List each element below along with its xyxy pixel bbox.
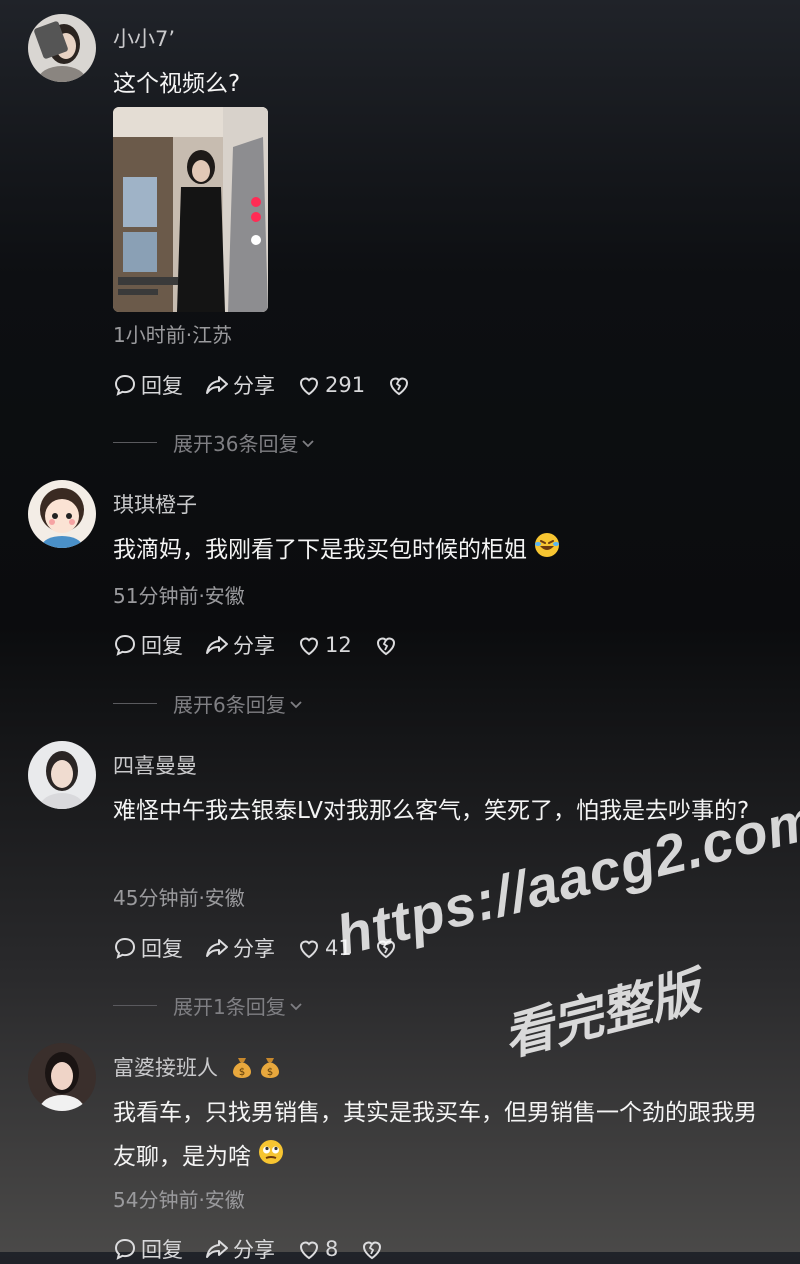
share-button[interactable]: 分享 [205,1234,275,1264]
like-button[interactable]: 12 [297,633,352,657]
avatar[interactable] [28,480,96,548]
comment-text-body: 我滴妈，我刚看了下是我买包时候的柜姐 [113,537,527,563]
expand-replies-label: 展开6条回复 [173,693,286,717]
comment-actions: 回复 分享 12 [113,630,424,660]
comment-actions: 回复 分享 8 [113,1234,410,1264]
chevron-down-icon [290,700,302,708]
eye-roll-emoji [258,1136,284,1180]
share-button[interactable]: 分享 [205,933,275,963]
reply-button[interactable]: 回复 [113,630,183,660]
heart-icon [299,1241,319,1260]
share-button[interactable]: 分享 [205,630,275,660]
reply-icon [114,374,136,396]
share-icon [206,376,228,394]
dislike-button[interactable] [374,633,402,657]
dislike-button[interactable] [387,373,415,397]
divider-line [113,703,157,704]
username[interactable]: 琪琪橙子 [113,489,197,519]
share-label: 分享 [233,1238,275,1262]
comment-text: 我滴妈，我刚看了下是我买包时候的柜姐 [113,528,778,573]
expand-replies-button[interactable]: 展开1条回复 [113,991,304,1020]
like-button[interactable]: 8 [297,1237,338,1261]
expand-replies-button[interactable]: 展开6条回复 [113,689,304,718]
heart-icon [299,377,319,396]
share-icon [206,939,228,957]
expand-replies-label: 展开36条回复 [173,432,299,456]
heart-icon [299,940,319,959]
like-count: 291 [325,373,366,397]
reply-icon [114,937,136,959]
comment-meta: 1小时前·江苏 [113,323,233,347]
comment-text: 这个视频么? [113,71,241,97]
expand-replies-label: 展开1条回复 [173,995,286,1019]
reply-label: 回复 [141,374,183,398]
expand-replies-button[interactable]: 展开36条回复 [113,428,316,457]
watermark-caption: 看完整版 [497,962,706,1067]
laughing-tears-emoji [534,529,560,573]
share-icon [206,636,228,654]
reply-label: 回复 [141,634,183,658]
money-bag-emoji: $ [259,1055,281,1084]
comment-meta: 51分钟前·安徽 [113,584,245,608]
reply-label: 回复 [141,1238,183,1262]
dislike-button[interactable] [360,1237,388,1261]
divider-line [113,1005,157,1006]
avatar[interactable] [28,741,96,809]
share-icon [206,1240,228,1258]
avatar[interactable] [28,14,96,82]
heart-icon [299,637,319,656]
share-label: 分享 [233,634,275,658]
like-count: 8 [325,1237,339,1261]
chevron-down-icon [290,1002,302,1010]
broken-heart-icon [390,377,409,396]
reply-icon [114,1238,136,1260]
reply-button[interactable]: 回复 [113,1234,183,1264]
like-button[interactable]: 291 [297,373,365,397]
share-button[interactable]: 分享 [205,370,275,400]
comment-meta: 54分钟前·安徽 [113,1188,245,1212]
video-thumbnail[interactable] [113,107,268,312]
like-count: 12 [325,633,352,657]
reply-label: 回复 [141,937,183,961]
username-text: 富婆接班人 [113,1056,218,1080]
share-label: 分享 [233,374,275,398]
comment-meta: 45分钟前·安徽 [113,886,245,910]
money-bag-emoji: $ [231,1055,253,1084]
svg-text:$: $ [267,1067,273,1078]
comment-text-body: 我看车，只找男销售，其实是我买车，但男销售一个劲的跟我男友聊，是为啥 [113,1100,757,1170]
divider-line [113,442,157,443]
comment-text: 我看车，只找男销售，其实是我买车，但男销售一个劲的跟我男友聊，是为啥 [113,1091,778,1180]
share-label: 分享 [233,937,275,961]
broken-heart-icon [376,637,395,656]
username[interactable]: 小小7’ [113,23,175,53]
username[interactable]: 四喜曼曼 [113,750,197,780]
reply-button[interactable]: 回复 [113,933,183,963]
comment-actions: 回复 分享 291 [113,370,437,400]
svg-text:$: $ [239,1067,245,1078]
reply-button[interactable]: 回复 [113,370,183,400]
avatar[interactable] [28,1043,96,1111]
broken-heart-icon [363,1241,382,1260]
username[interactable]: 富婆接班人 $ $ [113,1052,281,1084]
chevron-down-icon [302,439,315,447]
reply-icon [114,634,136,656]
